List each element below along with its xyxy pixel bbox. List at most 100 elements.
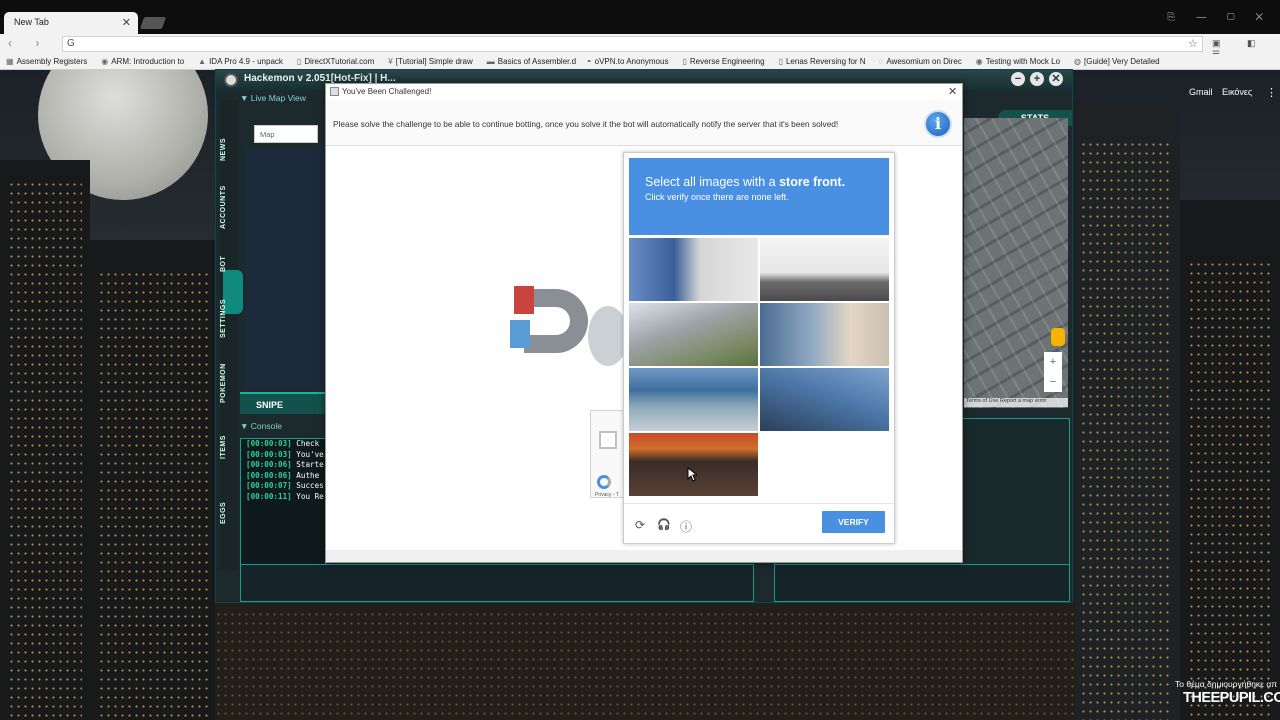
dialog-title-bar: You've Been Challenged! ✕: [326, 84, 962, 100]
window-controls[interactable]: ⎘ — ▢ ✕: [1167, 12, 1272, 23]
bookmark-item[interactable]: ¥ [Tutorial] Simple draw: [382, 54, 481, 66]
audio-challenge-icon[interactable]: 🎧: [657, 518, 671, 531]
bookmark-item[interactable]: ▯ Reverse Engineering: [676, 54, 772, 66]
console-timestamp: [00:00:06]: [246, 460, 292, 469]
dialog-title: You've Been Challenged!: [342, 87, 432, 96]
address-bar[interactable]: G: [62, 36, 1203, 52]
recaptcha-privacy-text[interactable]: Privacy - T: [595, 492, 619, 498]
map-zoom-control[interactable]: + −: [1044, 352, 1062, 392]
captcha-tile-tower-sky[interactable]: [760, 368, 889, 431]
tab-close-icon[interactable]: ✕: [122, 16, 131, 29]
tab-new-tab[interactable]: New Tab ✕: [4, 12, 138, 34]
sidebar-item-settings[interactable]: SETTINGS: [220, 296, 238, 340]
dialog-window-icon: [330, 87, 339, 96]
gmail-link[interactable]: Gmail: [1189, 87, 1213, 97]
bookmark-favicon-icon: ◓: [586, 57, 592, 66]
captcha-challenge: Select all images with a store front. Cl…: [623, 152, 895, 544]
bookmark-label: DirectXTutorial.com: [304, 57, 375, 66]
app-sidebar: NEWS ACCOUNTS BOT SETTINGS POKEMON ITEMS…: [220, 100, 243, 570]
bookmark-label: Reverse Engineering: [689, 57, 765, 66]
captcha-prompt-prefix: Select all images with a: [645, 175, 780, 189]
captcha-tile-blue-glass-tower[interactable]: [629, 238, 758, 301]
verify-button[interactable]: VERIFY: [822, 511, 885, 533]
captcha-tile-glass-highrise[interactable]: [760, 303, 889, 366]
bookmark-item[interactable]: ▬ Basics of Assembler.d: [481, 54, 581, 66]
recaptcha-logo-icon: [597, 475, 611, 489]
captcha-tile-cafeteria-gus-storefront[interactable]: [629, 433, 758, 496]
images-link[interactable]: Εικόνες: [1222, 87, 1252, 97]
console-text: Succes: [296, 481, 324, 490]
captcha-tile-grey-building-trees[interactable]: [629, 303, 758, 366]
building: [0, 160, 90, 720]
sidebar-item-pokemon[interactable]: POKEMON: [220, 360, 238, 406]
new-tab-button[interactable]: [139, 17, 167, 29]
bookmark-label: oVPN.to Anonymous: [594, 57, 669, 66]
bookmark-favicon-icon: ▬: [486, 57, 495, 66]
map-attribution: Terms of Use Report a map error: [964, 398, 1068, 407]
dialog-message-bar: Please solve the challenge to be able to…: [326, 100, 962, 146]
dialog-close-icon[interactable]: ✕: [948, 85, 957, 98]
console-timestamp: [00:00:11]: [246, 491, 292, 501]
console-text: Check: [296, 439, 320, 448]
bookmark-item[interactable]: ▯ DirectXTutorial.com: [291, 54, 382, 66]
watermark-caption: Το θέμα δημιουργήθηκε απ: [1175, 679, 1278, 689]
bookmark-favicon-icon: ▯: [296, 57, 302, 66]
snipe-tab[interactable]: SNIPE: [240, 392, 326, 414]
mouse-cursor-icon: [687, 467, 697, 482]
bookmark-favicon-icon: ¥: [388, 57, 393, 66]
bookmark-favicon-icon: ◉: [101, 57, 109, 66]
bookmark-favicon-icon: ▯: [682, 57, 687, 66]
map-area[interactable]: [246, 148, 326, 388]
map-button[interactable]: Map: [255, 126, 280, 143]
captcha-prompt-target: store front.: [779, 175, 846, 189]
map-type-toggle: MapSatellite: [254, 125, 318, 156]
console-line: [00:00:03] You've: [241, 450, 325, 461]
bookmark-item[interactable]: ◍ [Guide] Very Detailed: [1068, 54, 1168, 66]
recaptcha-checkbox[interactable]: [599, 431, 617, 449]
watermark-site: THEEPUPIL.COM: [1183, 690, 1280, 706]
apps-grid-icon[interactable]: ⋮⋮⋮: [1266, 86, 1280, 99]
captcha-tile-musser-storefront[interactable]: [629, 368, 758, 431]
building: [1070, 100, 1180, 720]
bookmark-item[interactable]: ◉ Testing with Mock Lo: [970, 54, 1068, 66]
sidebar-item-news[interactable]: NEWS: [220, 132, 238, 168]
console-header[interactable]: ▼ Console: [240, 421, 282, 431]
console-line: [00:00:03] Check: [241, 439, 325, 450]
bookmark-favicon-icon: ◍: [1074, 57, 1082, 66]
bottom-panel-left: [240, 564, 754, 602]
bookmark-item[interactable]: ▦ Assembly Registers: [0, 54, 95, 66]
bookmark-favicon-icon: ▯: [778, 57, 783, 66]
help-info-icon[interactable]: ⓘ: [680, 518, 692, 535]
google-icon: G: [67, 38, 75, 49]
bookmark-favicon-icon: ▦: [6, 57, 14, 66]
captcha-prompt: Select all images with a store front.: [645, 175, 873, 189]
console-line: [00:00:07] Succes: [241, 481, 325, 492]
sidebar-item-items[interactable]: ITEMS: [220, 432, 238, 462]
console-timestamp: [00:00:06]: [246, 470, 292, 480]
close-button[interactable]: ✕: [1049, 72, 1063, 86]
bookmark-item[interactable]: ▯ Lenas Reversing for N: [773, 54, 873, 66]
live-map-header[interactable]: ▼ Live Map View: [240, 93, 326, 108]
bookmark-favicon-icon: ◌: [878, 57, 884, 66]
reload-icon[interactable]: ⟳: [635, 518, 645, 532]
pegman-icon[interactable]: [1051, 328, 1065, 346]
browser-tab-bar: New Tab ✕ ⎘ — ▢ ✕: [0, 0, 1280, 34]
console-text: You've: [296, 449, 324, 459]
bookmark-item[interactable]: ◓ oVPN.to Anonymous: [581, 54, 677, 66]
maximize-button[interactable]: +: [1030, 72, 1044, 86]
bottom-panel-right: [774, 564, 1070, 602]
bookmark-label: Basics of Assembler.d: [497, 57, 577, 66]
console-text: You Re: [296, 491, 324, 501]
bookmark-star-icon[interactable]: ☆: [1188, 37, 1198, 50]
bookmark-item[interactable]: ◌ Awesomium on Direc: [873, 54, 970, 66]
bookmark-label: [Tutorial] Simple draw: [395, 57, 473, 66]
bookmark-favicon-icon: ◉: [975, 57, 983, 66]
bookmark-item[interactable]: ◉ ARM: Introduction to: [95, 54, 192, 66]
bookmark-item[interactable]: ▲ IDA Pro 4.9 - unpack: [192, 54, 291, 66]
minimize-button[interactable]: −: [1011, 72, 1025, 86]
sidebar-item-eggs[interactable]: EGGS: [220, 500, 238, 526]
sidebar-item-bot[interactable]: BOT: [220, 250, 238, 278]
sidebar-item-accounts[interactable]: ACCOUNTS: [220, 182, 238, 232]
captcha-tile-industrial-chimney[interactable]: [760, 238, 889, 301]
console-timestamp: [00:00:03]: [246, 449, 292, 459]
